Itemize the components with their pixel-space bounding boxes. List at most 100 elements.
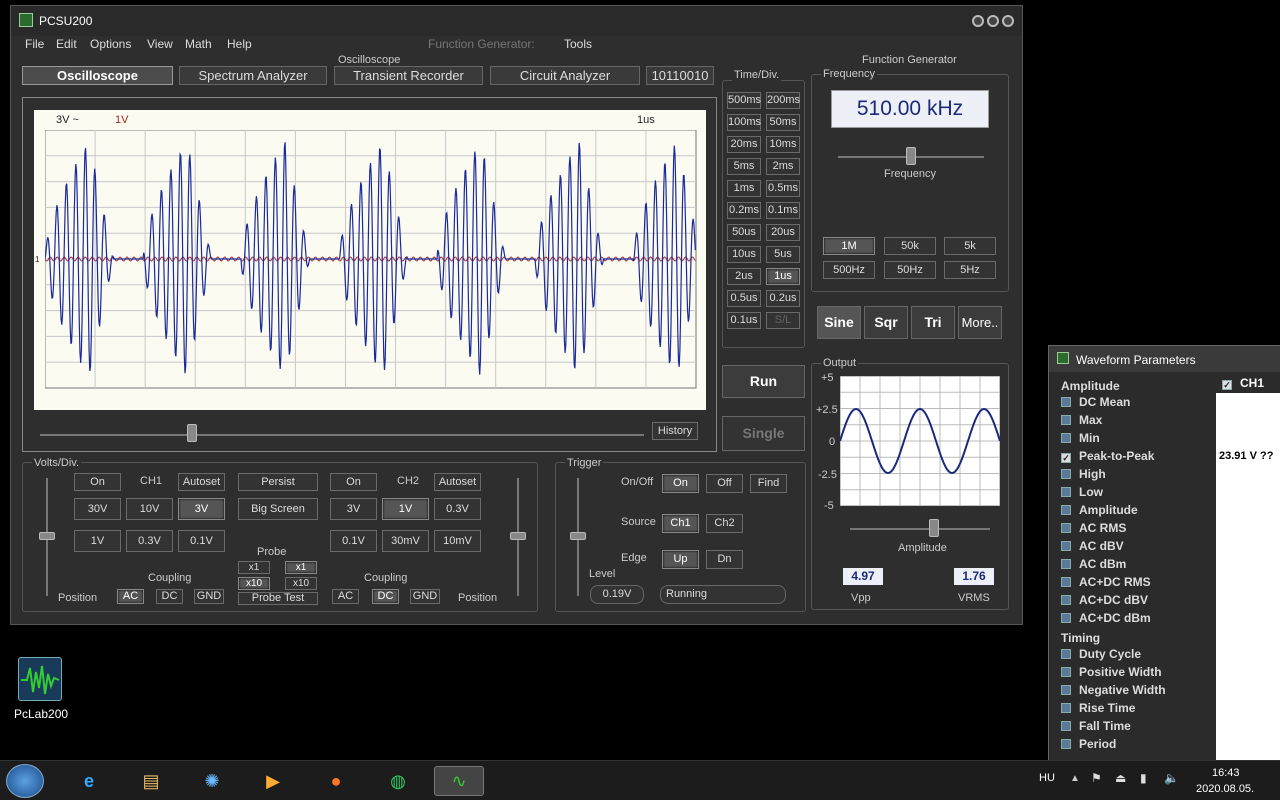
trigger-ch1-button[interactable]: Ch1 (662, 514, 699, 533)
wp-timing-checkbox[interactable] (1061, 667, 1071, 677)
wp-param-item[interactable]: Max (1061, 413, 1102, 427)
wp-param-checkbox[interactable] (1061, 559, 1071, 569)
run-button[interactable]: Run (722, 365, 805, 398)
wp-param-checkbox[interactable] (1061, 433, 1071, 443)
tab-transient-recorder[interactable]: Transient Recorder (334, 66, 483, 85)
wp-timing-item[interactable]: Positive Width (1061, 665, 1162, 679)
persist-button[interactable]: Persist (238, 473, 318, 491)
trigger-dn-button[interactable]: Dn (706, 550, 743, 569)
wp-ch1-checkbox[interactable]: ✓ (1222, 380, 1232, 390)
tab-oscilloscope[interactable]: Oscilloscope (22, 66, 173, 85)
ch2-probe-x10-button[interactable]: x10 (285, 577, 317, 590)
clock-time[interactable]: 16:43 (1212, 767, 1240, 779)
ch1-probe-x10-button[interactable]: x10 (238, 577, 270, 590)
file-explorer-icon[interactable]: ▤ (126, 766, 176, 796)
wp-param-item[interactable]: AC+DC dBV (1061, 593, 1148, 607)
ch2-position-slider[interactable] (510, 532, 526, 540)
sine-button[interactable]: Sine (817, 306, 861, 339)
wp-timing-item[interactable]: Period (1061, 737, 1116, 751)
ch2-10mv-button[interactable]: 10mV (434, 530, 481, 552)
range-5k-button[interactable]: 5k (944, 237, 996, 255)
ch2-03v-button[interactable]: 0.3V (434, 498, 481, 520)
more-button[interactable]: More.. (958, 306, 1002, 339)
network-icon[interactable]: ▮ (1140, 771, 1156, 787)
action-center-icon[interactable]: ⚑ (1091, 771, 1107, 787)
trigger-off-button[interactable]: Off (706, 474, 743, 493)
tri-button[interactable]: Tri (911, 306, 955, 339)
timediv-button[interactable]: 10ms (766, 136, 800, 153)
volume-icon[interactable]: 🔈 (1164, 771, 1180, 787)
internet-explorer-icon[interactable]: e (64, 766, 114, 796)
timediv-button[interactable]: S/L (766, 312, 800, 329)
firefox-icon[interactable]: ● (311, 766, 361, 796)
wp-param-item[interactable]: Amplitude (1061, 503, 1138, 517)
timediv-button[interactable]: 1us (766, 268, 800, 285)
scope-plot[interactable] (45, 130, 697, 389)
single-button[interactable]: Single (722, 416, 805, 451)
range-50k-button[interactable]: 50k (884, 237, 936, 255)
ch2-autoset-button[interactable]: Autoset (434, 473, 481, 491)
ch2-probe-x1-button[interactable]: x1 (285, 561, 317, 574)
wp-param-checkbox[interactable] (1061, 523, 1071, 533)
wp-param-item[interactable]: Low (1061, 485, 1103, 499)
ch1-on-button[interactable]: On (74, 473, 121, 491)
wp-param-item[interactable]: Min (1061, 431, 1100, 445)
ch2-1v-button[interactable]: 1V (382, 498, 429, 520)
big-screen-button[interactable]: Big Screen (238, 498, 318, 520)
menu-help[interactable]: Help (227, 37, 252, 51)
timediv-button[interactable]: 20us (766, 224, 800, 241)
close-button[interactable] (1002, 15, 1014, 27)
menu-options[interactable]: Options (90, 37, 131, 51)
ch2-ac-button[interactable]: AC (332, 589, 359, 604)
wp-param-checkbox[interactable] (1061, 613, 1071, 623)
wp-param-item[interactable]: High (1061, 467, 1106, 481)
tab-logic[interactable]: 10110010 (646, 66, 714, 85)
range-50hz-button[interactable]: 50Hz (884, 261, 936, 279)
trigger-level-slider[interactable] (570, 532, 586, 540)
tray-expand-icon[interactable]: ▲ (1070, 773, 1080, 784)
ch2-dc-button[interactable]: DC (372, 589, 399, 604)
menu-tools[interactable]: Tools (564, 37, 592, 51)
timediv-button[interactable]: 100ms (727, 114, 761, 131)
wp-param-checkbox[interactable] (1061, 505, 1071, 515)
pclab-taskbar-icon[interactable]: ∿ (434, 766, 484, 796)
range-500hz-button[interactable]: 500Hz (823, 261, 875, 279)
wp-param-checkbox[interactable] (1061, 469, 1071, 479)
timediv-button[interactable]: 200ms (766, 92, 800, 109)
clock-date[interactable]: 2020.08.05. (1196, 783, 1254, 795)
wp-param-item[interactable]: AC RMS (1061, 521, 1126, 535)
trigger-up-button[interactable]: Up (662, 550, 699, 569)
wp-timing-checkbox[interactable] (1061, 739, 1071, 749)
trigger-on-button[interactable]: On (662, 474, 699, 493)
wp-timing-checkbox[interactable] (1061, 685, 1071, 695)
ch2-3v-button[interactable]: 3V (330, 498, 377, 520)
ch2-on-button[interactable]: On (330, 473, 377, 491)
trigger-find-button[interactable]: Find (750, 474, 787, 493)
ch1-autoset-button[interactable]: Autoset (178, 473, 225, 491)
wp-timing-item[interactable]: Fall Time (1061, 719, 1131, 733)
history-button[interactable]: History (652, 422, 698, 440)
wp-param-item[interactable]: AC dBV (1061, 539, 1124, 553)
wp-timing-checkbox[interactable] (1061, 649, 1071, 659)
ch1-03v-button[interactable]: 0.3V (126, 530, 173, 552)
ch2-01v-button[interactable]: 0.1V (330, 530, 377, 552)
amplitude-slider[interactable] (929, 519, 939, 537)
ch2-gnd-button[interactable]: GND (410, 589, 440, 604)
wp-param-checkbox[interactable]: ✓ (1061, 453, 1071, 463)
range-1m-button[interactable]: 1M (823, 237, 875, 255)
wp-timing-item[interactable]: Negative Width (1061, 683, 1166, 697)
media-player-icon[interactable]: ▶ (248, 766, 298, 796)
range-5hz-button[interactable]: 5Hz (944, 261, 996, 279)
tab-spectrum-analyzer[interactable]: Spectrum Analyzer (179, 66, 327, 85)
start-button[interactable] (6, 764, 44, 798)
timediv-button[interactable]: 500ms (727, 92, 761, 109)
timediv-button[interactable]: 0.1ms (766, 202, 800, 219)
title-bar[interactable]: PCSU200 (11, 6, 1022, 36)
timediv-button[interactable]: 20ms (727, 136, 761, 153)
timediv-button[interactable]: 5us (766, 246, 800, 263)
safely-remove-icon[interactable]: ⏏ (1115, 771, 1131, 787)
pclab200-desktop-icon[interactable] (18, 657, 62, 701)
control-panel-icon[interactable]: ✺ (187, 766, 237, 796)
wp-param-checkbox[interactable] (1061, 577, 1071, 587)
maximize-button[interactable] (987, 15, 999, 27)
